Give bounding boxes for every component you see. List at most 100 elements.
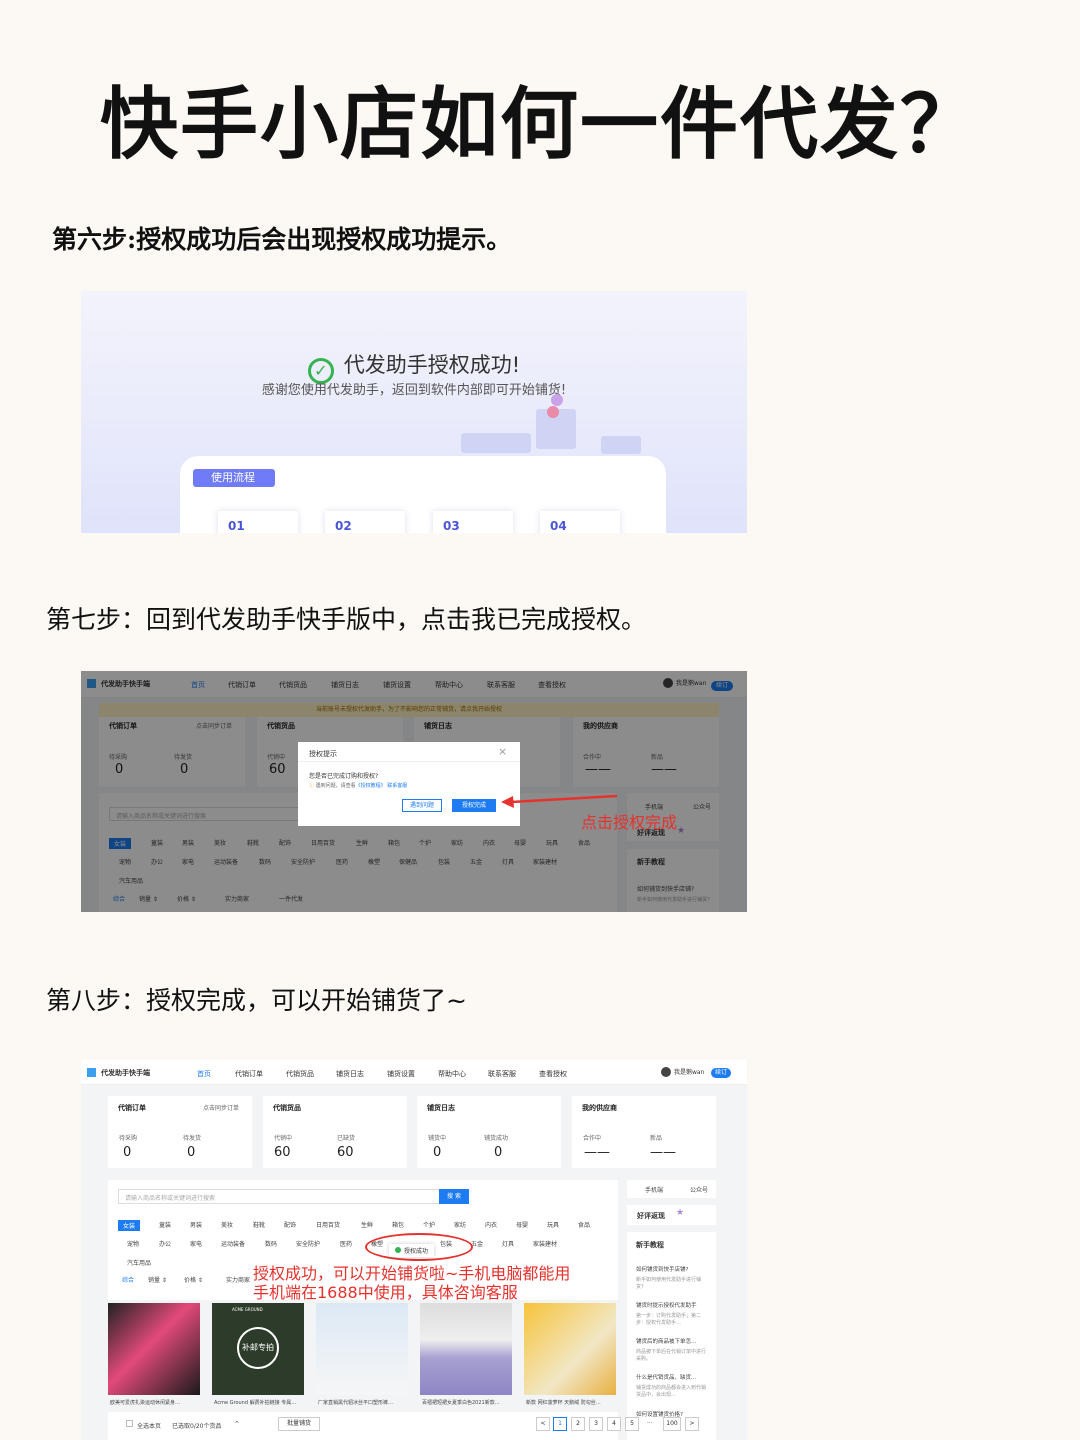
illustration xyxy=(461,433,531,453)
page-prev[interactable]: < xyxy=(536,1417,550,1431)
product-title[interactable]: 新款 网红菠萝杯 天鹅绒 防勾丝… xyxy=(526,1399,616,1406)
product-title[interactable]: Acme Ground 解费补拍链接 专属… xyxy=(214,1399,304,1406)
right-tabs: 手机端 公众号 xyxy=(627,1180,716,1198)
star-icon: ★ xyxy=(676,1208,685,1218)
category-item[interactable]: 医药 xyxy=(340,1239,352,1248)
product-image[interactable] xyxy=(108,1303,200,1395)
category-item[interactable]: 安全防护 xyxy=(296,1239,320,1248)
stat-value[interactable]: 0 xyxy=(123,1145,131,1160)
category-item[interactable]: 日用百货 xyxy=(316,1220,340,1229)
category-item[interactable]: 童装 xyxy=(159,1220,171,1229)
product-image[interactable] xyxy=(524,1303,616,1395)
problem-button[interactable]: 遇到问题 xyxy=(402,799,442,812)
nav-logs[interactable]: 铺货日志 xyxy=(336,1069,364,1079)
product-title[interactable]: 百褶裙短裙女夏季白色2021新款… xyxy=(422,1399,512,1406)
tutorial-link[interactable]: 什么是代销货品、缺货… xyxy=(636,1373,697,1381)
category-item[interactable]: 母婴 xyxy=(516,1220,528,1229)
page-button[interactable]: 4 xyxy=(607,1417,621,1431)
product-title[interactable]: 厂家直销黑代貂冰丝平口塑形裤… xyxy=(318,1399,408,1406)
product-image[interactable] xyxy=(420,1303,512,1395)
panel-logs: 铺货日志 铺货中 铺货成功 0 0 xyxy=(417,1096,561,1168)
user-menu[interactable]: 我是鹅wan xyxy=(661,1067,704,1077)
step-card: 01 xyxy=(218,511,298,533)
category-item[interactable]: 灯具 xyxy=(502,1239,514,1248)
page-button[interactable]: 5 xyxy=(625,1417,639,1431)
page-ellipsis: ··· xyxy=(647,1420,653,1427)
category-item[interactable]: 箱包 xyxy=(392,1220,404,1229)
tutorial-desc: 铺货成功的商品都会进入到代销货品中，会出现… xyxy=(636,1385,707,1398)
category-item[interactable]: 女装 xyxy=(118,1220,141,1231)
select-all-checkbox[interactable] xyxy=(126,1420,133,1427)
tutorial-link[interactable]: 如何铺货到快手店铺? xyxy=(636,1265,688,1273)
page-button[interactable]: 1 xyxy=(553,1417,567,1431)
batch-publish-button[interactable]: 批量铺货 xyxy=(278,1417,320,1431)
sort-option[interactable]: 销量 ⇕ xyxy=(148,1275,167,1284)
stat-label: 铺货中 xyxy=(428,1135,447,1142)
category-item[interactable]: 家装建材 xyxy=(533,1239,557,1248)
tutorial-link[interactable]: 铺货时提示授权代发助手 xyxy=(636,1301,697,1309)
panel-title: 代销订单 xyxy=(118,1104,146,1112)
page-button[interactable]: 100 xyxy=(663,1417,681,1431)
category-item[interactable]: 家纺 xyxy=(454,1220,466,1229)
stat-value[interactable]: 60 xyxy=(274,1145,291,1160)
category-item[interactable]: 家电 xyxy=(190,1239,202,1248)
nav-help[interactable]: 帮助中心 xyxy=(438,1069,466,1079)
contact-link[interactable]: 联系客服 xyxy=(387,783,407,789)
tab-official[interactable]: 公众号 xyxy=(690,1185,708,1194)
nav-auth[interactable]: 查看授权 xyxy=(539,1069,567,1079)
nav-goods[interactable]: 代销货品 xyxy=(286,1069,314,1079)
tutorial-link[interactable]: 《授权教程》 xyxy=(356,783,386,789)
category-item[interactable]: 个护 xyxy=(423,1220,435,1229)
category-item[interactable]: 美妆 xyxy=(221,1220,233,1229)
category-item[interactable]: 汽车用品 xyxy=(127,1258,151,1267)
nav-contact[interactable]: 联系客服 xyxy=(488,1069,516,1079)
stat-value[interactable]: —— xyxy=(584,1145,610,1160)
stat-label: 代销中 xyxy=(274,1135,293,1142)
chevron-up-icon[interactable]: ⌃ xyxy=(234,1420,240,1428)
tutorial-link[interactable]: 铺货后的商品被下单怎… xyxy=(636,1337,697,1345)
page-button[interactable]: 3 xyxy=(589,1417,603,1431)
praise-label: 好评返现 xyxy=(637,1212,665,1220)
product-title[interactable]: 欧美可爱虎扎染运动休闲紧身… xyxy=(110,1399,200,1406)
category-item[interactable]: 配饰 xyxy=(284,1220,296,1229)
category-item[interactable]: 鞋靴 xyxy=(253,1220,265,1229)
search-button[interactable]: 搜 索 xyxy=(439,1189,469,1204)
sort-option[interactable]: 综合 xyxy=(122,1275,134,1284)
stat-value[interactable]: 60 xyxy=(337,1145,354,1160)
app-logo: 代发助手快手端 xyxy=(87,1068,150,1078)
stat-value[interactable]: —— xyxy=(650,1145,676,1160)
success-icon xyxy=(395,1247,401,1253)
page-next[interactable]: > xyxy=(685,1417,699,1431)
product-image[interactable] xyxy=(316,1303,408,1395)
praise-box[interactable]: 好评返现 ★ xyxy=(627,1205,716,1225)
category-item[interactable]: 宠物 xyxy=(127,1239,139,1248)
search-input[interactable]: 请输入商品名称或关键词进行搜索 xyxy=(118,1189,440,1204)
sort-option[interactable]: 价格 ⇕ xyxy=(184,1275,203,1284)
category-item[interactable]: 玩具 xyxy=(547,1220,559,1229)
close-icon[interactable]: × xyxy=(498,745,507,758)
step-card: 02 xyxy=(325,511,405,533)
tutorial-desc: 商品被下单后在代销订单中进行采购。 xyxy=(636,1349,707,1362)
stat-value[interactable]: 0 xyxy=(494,1145,502,1160)
nav-settings[interactable]: 铺货设置 xyxy=(387,1069,415,1079)
product-image[interactable]: ACME GROUND 补邮专拍 xyxy=(212,1303,304,1395)
category-item[interactable]: 男装 xyxy=(190,1220,202,1229)
tab-mobile[interactable]: 手机端 xyxy=(645,1185,663,1194)
category-item[interactable]: 办公 xyxy=(159,1239,171,1248)
sort-option[interactable]: 实力商家 xyxy=(226,1275,250,1284)
category-item[interactable]: 食品 xyxy=(578,1220,590,1229)
auth-complete-button[interactable]: 授权完成 xyxy=(452,799,496,812)
category-item[interactable]: 内衣 xyxy=(485,1220,497,1229)
page-button[interactable]: 2 xyxy=(571,1417,585,1431)
category-item[interactable]: 数码 xyxy=(265,1239,277,1248)
renew-button[interactable]: 续订 xyxy=(711,1068,731,1078)
nav-orders[interactable]: 代销订单 xyxy=(235,1069,263,1079)
sync-orders-link[interactable]: 点击同步订单 xyxy=(203,1103,239,1112)
stat-value[interactable]: 0 xyxy=(187,1145,195,1160)
category-item[interactable]: 运动装备 xyxy=(221,1239,245,1248)
step-card: 04 xyxy=(540,511,620,533)
auth-success-screenshot: ✓ 代发助手授权成功! 感谢您使用代发助手，返回到软件内部即可开始铺货! 使用流程… xyxy=(81,291,747,533)
stat-value[interactable]: 0 xyxy=(433,1145,441,1160)
category-item[interactable]: 生鲜 xyxy=(361,1220,373,1229)
nav-home[interactable]: 首页 xyxy=(197,1069,211,1079)
